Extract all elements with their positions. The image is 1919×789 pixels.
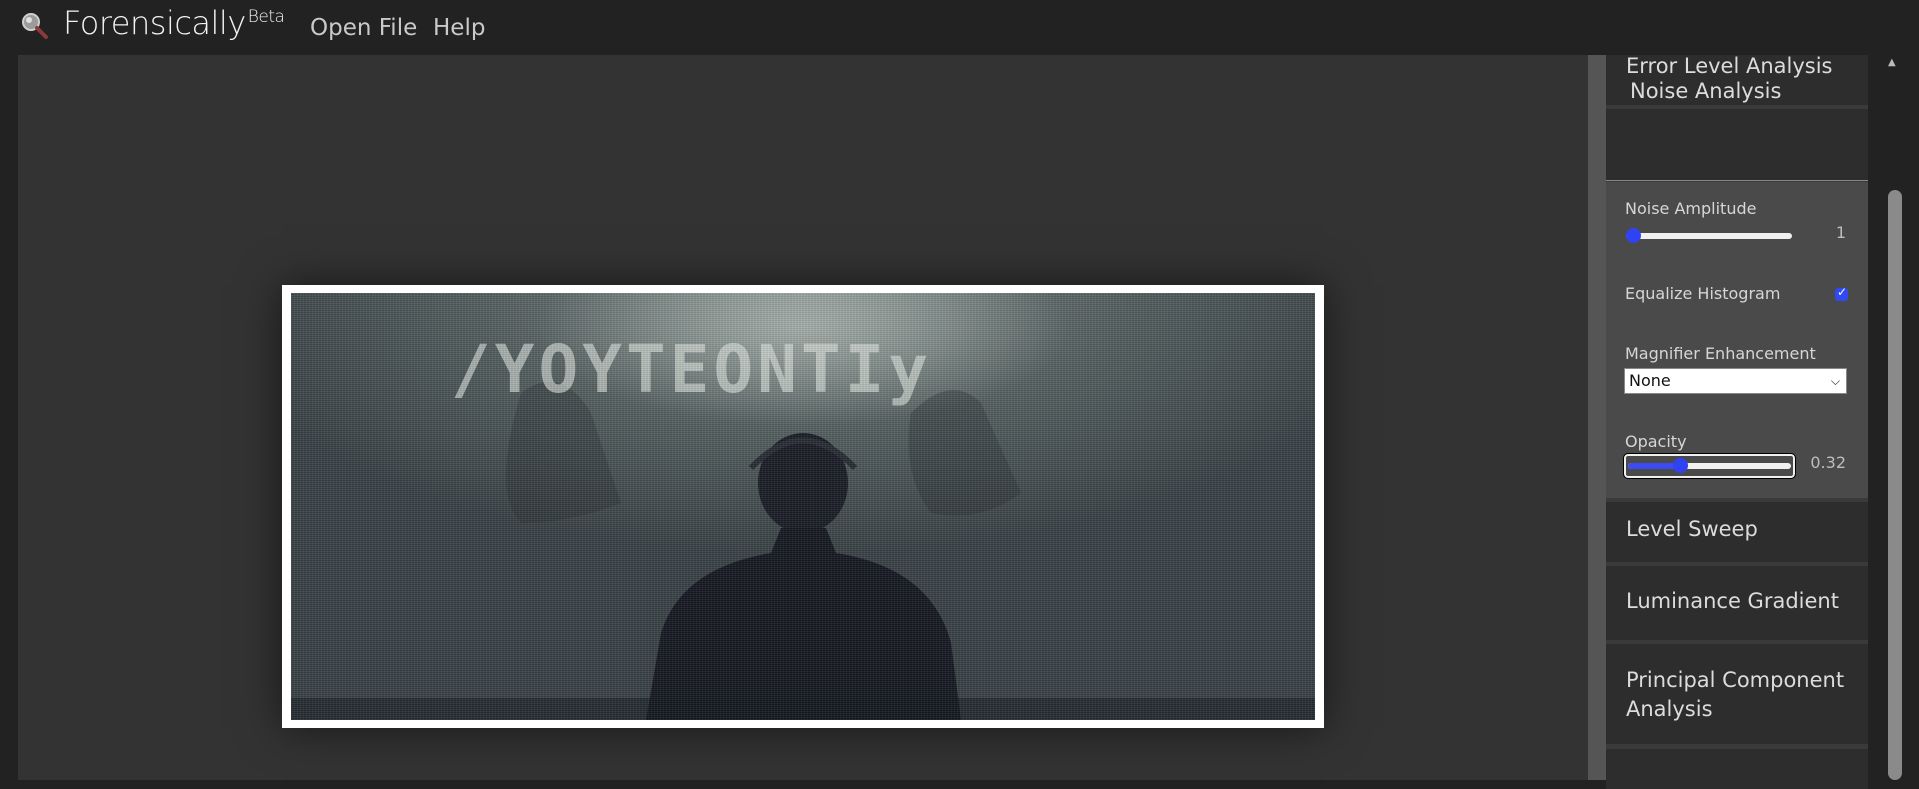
image-workspace[interactable]: /YOYTEONTIy xyxy=(18,55,1588,780)
image-frame: /YOYTEONTIy xyxy=(282,285,1324,728)
section-label: Noise Analysis xyxy=(1630,79,1782,103)
analyzed-image[interactable]: /YOYTEONTIy xyxy=(291,293,1315,720)
equalize-histogram-checkbox[interactable]: ✓ xyxy=(1835,285,1848,301)
chevron-down-icon: ⌵ xyxy=(1830,374,1840,388)
beta-badge: Beta xyxy=(247,7,285,27)
opacity-label: Opacity xyxy=(1625,432,1687,451)
noise-amplitude-value: 1 xyxy=(1835,223,1846,242)
app-title: Forensically Beta xyxy=(63,4,285,42)
tool-panel: Error Level Analysis Noise Analysis Nois… xyxy=(1606,54,1868,789)
app-name: Forensically xyxy=(63,4,246,42)
select-value: None xyxy=(1629,371,1671,390)
section-luminance-gradient[interactable]: Luminance Gradient xyxy=(1606,566,1868,640)
noise-amplitude-label: Noise Amplitude xyxy=(1625,199,1757,218)
section-label: Error Level Analysis xyxy=(1626,54,1833,78)
image-silhouette-graphic xyxy=(291,381,1315,720)
section-principal-component-analysis[interactable]: Principal Component Analysis xyxy=(1606,644,1868,744)
section-level-sweep[interactable]: Level Sweep xyxy=(1606,502,1868,562)
magnifier-enhancement-label: Magnifier Enhancement xyxy=(1625,344,1816,363)
opacity-slider[interactable] xyxy=(1628,458,1791,473)
panel-divider xyxy=(1588,55,1606,780)
section-label-line1: Principal Component xyxy=(1626,668,1845,692)
top-bar: Forensically Beta Open File Help xyxy=(0,0,1919,55)
scrollbar-thumb[interactable] xyxy=(1888,190,1902,780)
noise-amplitude-slider[interactable] xyxy=(1626,228,1792,243)
image-overlay-text: /YOYTEONTIy xyxy=(451,331,933,408)
noise-analysis-controls: Noise Amplitude 1 Equalize Histogram ✓ M… xyxy=(1606,182,1868,498)
section-label-line2: Analysis xyxy=(1626,697,1713,721)
checkmark-icon: ✓ xyxy=(1837,285,1848,299)
magnifier-enhancement-select[interactable]: None ⌵ xyxy=(1624,368,1847,394)
open-file-link[interactable]: Open File xyxy=(310,15,417,41)
section-label: Luminance Gradient xyxy=(1626,589,1839,613)
section-next[interactable] xyxy=(1606,749,1868,789)
section-noise-analysis[interactable]: Noise Analysis xyxy=(1606,79,1868,181)
section-label: Level Sweep xyxy=(1626,517,1758,541)
scroll-up-arrow-icon[interactable]: ▲ xyxy=(1888,57,1896,68)
equalize-histogram-label: Equalize Histogram xyxy=(1625,284,1781,303)
magnifier-logo-icon xyxy=(22,13,48,39)
opacity-value: 0.32 xyxy=(1810,453,1846,472)
slider-thumb[interactable] xyxy=(1626,228,1641,243)
help-link[interactable]: Help xyxy=(433,15,485,41)
